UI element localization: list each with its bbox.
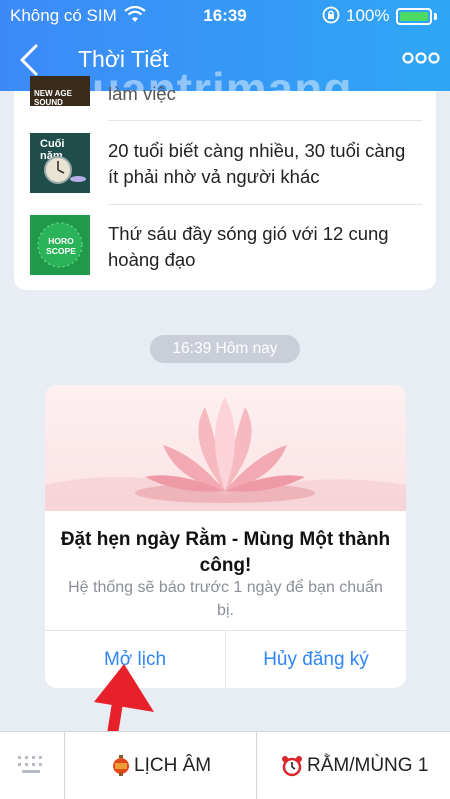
article-list-card: NEW AGE SOUND làm việc Cuối năm 20 tuổi …	[14, 76, 436, 290]
lantern-icon	[113, 754, 129, 776]
article-thumbnail: Cuối năm	[30, 133, 90, 193]
thumbnail-caption: NEW AGE SOUND	[34, 89, 72, 106]
alarm-clock-icon	[282, 755, 302, 777]
thumbnail-caption: HORO SCOPE	[46, 236, 76, 256]
lotus-icon	[45, 397, 406, 511]
article-item[interactable]: NEW AGE SOUND làm việc	[14, 76, 436, 121]
menu-label: LỊCH ÂM	[134, 755, 212, 776]
menu-lunar-calendar[interactable]: LỊCH ÂM	[112, 732, 211, 799]
rotation-lock-icon	[322, 6, 340, 24]
article-title: làm việc	[108, 83, 176, 104]
divider	[256, 732, 257, 799]
article-title: 20 tuổi biết càng nhiều, 30 tuổi càng ít…	[108, 140, 406, 187]
menu-full-moon[interactable]: RẰM/MÙNG 1	[281, 732, 428, 799]
status-bar: Không có SIM 16:39 100%	[0, 0, 450, 32]
event-title: Đặt hẹn ngày Rằm - Mùng Một thành công!	[60, 529, 391, 576]
unsubscribe-button[interactable]: Hủy đăng ký	[226, 631, 406, 688]
article-thumbnail: NEW AGE SOUND	[30, 76, 90, 106]
back-icon[interactable]	[14, 42, 44, 78]
divider	[108, 120, 422, 121]
menu-label: RẰM/MÙNG 1	[307, 755, 429, 776]
event-description: Hệ thống sẽ báo trước 1 ngày để bạn chuẩ…	[68, 579, 383, 619]
battery-icon	[396, 8, 432, 25]
keyboard-icon[interactable]	[16, 754, 46, 776]
article-title: Thứ sáu đầy sóng gió với 12 cung hoàng đ…	[108, 223, 389, 270]
battery-tip	[434, 13, 437, 20]
timestamp-badge: 16:39 Hôm nay	[150, 335, 300, 363]
article-thumbnail: HORO SCOPE	[30, 215, 90, 275]
divider	[64, 732, 65, 799]
lotus-banner-image	[45, 385, 406, 511]
more-icon[interactable]	[402, 50, 440, 66]
bottom-menu-bar: LỊCH ÂM RẰM/MÙNG 1	[0, 731, 450, 799]
clock-illustration	[44, 156, 86, 184]
event-card: Đặt hẹn ngày Rằm - Mùng Một thành công! …	[45, 385, 406, 688]
battery-percent: 100%	[346, 6, 390, 25]
divider	[108, 204, 422, 205]
